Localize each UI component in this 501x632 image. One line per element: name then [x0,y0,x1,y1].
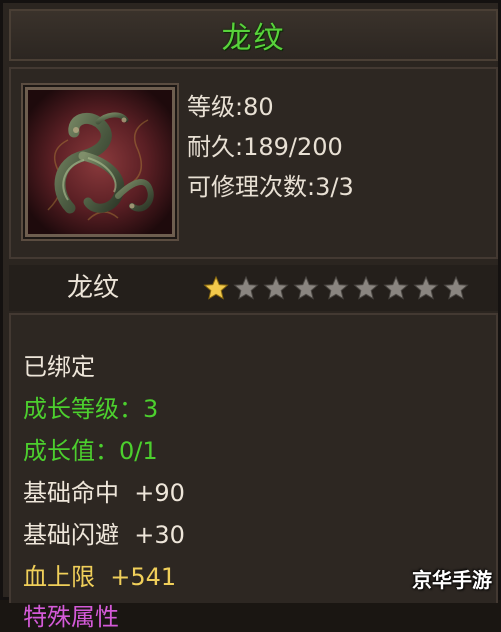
partial-attribute-line: 特殊属性 [23,603,119,631]
base-dodge: 基础闪避 +30 [23,521,185,549]
watermark-logo: 京华手游 [412,568,492,592]
item-title: 龙纹 [221,21,286,56]
star-empty-icon [233,275,259,300]
star-empty-icon [383,275,409,300]
item-name-row: 龙纹 [9,265,498,311]
growth-value: 成长值：0/1 [23,437,158,465]
bound-status: 已绑定 [23,353,95,381]
item-name: 龙纹 [67,273,120,303]
base-accuracy: 基础命中 +90 [23,479,185,507]
star-empty-icon [293,275,319,300]
hp-cap: 血上限 +541 [23,563,177,591]
item-stats: 等级:80 耐久:189/200 可修理次数:3/3 [187,87,354,207]
item-details: 已绑定 成长等级：3 成长值：0/1 基础命中 +90 基础闪避 +30 血上限… [9,313,498,631]
star-empty-icon [443,275,469,300]
star-filled-icon [203,275,229,300]
item-info-area: 等级:80 耐久:189/200 可修理次数:3/3 [9,67,498,259]
repair-count-stat: 可修理次数:3/3 [187,173,354,201]
durability-stat: 耐久:189/200 [187,133,343,161]
star-rating [203,275,469,301]
star-empty-icon [353,275,379,300]
star-empty-icon [263,275,289,300]
title-bar: 龙纹 [9,9,498,61]
growth-level: 成长等级：3 [23,395,159,423]
level-stat: 等级:80 [187,93,274,121]
dragon-emblem-icon [25,87,175,237]
star-empty-icon [413,275,439,300]
item-tooltip-panel: 龙纹 等级:80 耐久:189/200 可修理次数:3/3 龙纹 已绑定 成长等… [0,0,501,631]
star-empty-icon [323,275,349,300]
